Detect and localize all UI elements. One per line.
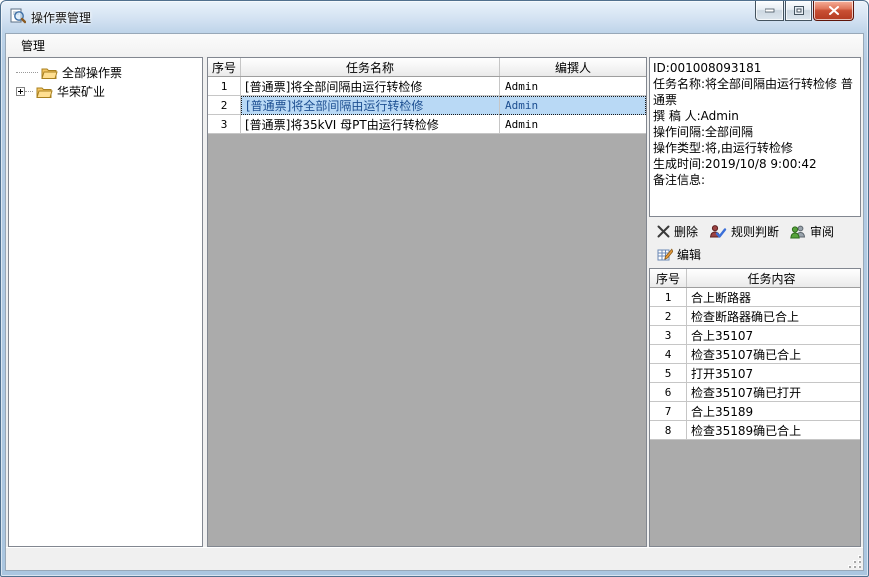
detail-author: 撰 稿 人:Admin	[653, 108, 857, 124]
tree-expand-icon[interactable]	[16, 87, 25, 96]
col-header-no[interactable]: 序号	[208, 58, 241, 76]
review-button[interactable]: 审阅	[787, 222, 837, 241]
delete-button[interactable]: 删除	[654, 222, 701, 241]
col-header-author[interactable]: 编撰人	[500, 58, 646, 76]
detail-id: ID:001008093181	[653, 60, 857, 76]
steps-table: 序号 任务内容 1 合上断路器 2 检查断路器确已合上 3 合上35107 4	[650, 269, 860, 440]
rule-check-button[interactable]: 规则判断	[706, 222, 782, 241]
folder-icon	[41, 66, 58, 80]
detail-interval: 操作间隔:全部间隔	[653, 124, 857, 140]
col-header-content[interactable]: 任务内容	[687, 269, 860, 287]
maximize-button[interactable]	[785, 1, 812, 21]
app-window: 操作票管理 管理 全部操	[0, 0, 869, 577]
task-row[interactable]: 1 [普通票]将全部间隔由运行转检修 Admin	[208, 77, 646, 96]
step-row[interactable]: 7 合上35189	[650, 402, 860, 421]
task-grid-panel: 序号 任务名称 编撰人 1 [普通票]将全部间隔由运行转检修 Admin 2 […	[207, 57, 647, 547]
person-check-icon	[709, 225, 727, 239]
tree-node-huarong[interactable]: 华荣矿业	[9, 83, 202, 100]
detail-created-time: 生成时间:2019/10/8 9:00:42	[653, 156, 857, 172]
step-row[interactable]: 4 检查35107确已合上	[650, 345, 860, 364]
ticket-detail-panel: ID:001008093181 任务名称:将全部间隔由运行转检修 普通票 撰 稿…	[649, 57, 861, 217]
task-table-header: 序号 任务名称 编撰人	[208, 58, 646, 77]
delete-x-icon	[657, 225, 670, 238]
tree-node-all-tickets[interactable]: 全部操作票	[9, 64, 202, 81]
col-header-no[interactable]: 序号	[650, 269, 687, 287]
col-header-task-name[interactable]: 任务名称	[241, 58, 500, 76]
tree-node-label: 全部操作票	[62, 64, 122, 81]
window-title: 操作票管理	[31, 9, 91, 26]
minimize-button[interactable]	[755, 1, 784, 21]
resize-grip-icon[interactable]	[848, 555, 861, 568]
client-area: 管理 全部操作票 华荣矿业	[5, 33, 864, 571]
action-toolbar: 删除 规则判断 审	[649, 220, 861, 267]
menu-bar: 管理	[6, 34, 863, 56]
app-preview-icon	[10, 8, 26, 24]
step-row[interactable]: 3 合上35107	[650, 326, 860, 345]
task-table: 序号 任务名称 编撰人 1 [普通票]将全部间隔由运行转检修 Admin 2 […	[208, 58, 646, 134]
edit-table-icon	[657, 248, 673, 262]
detail-remark: 备注信息:	[653, 172, 857, 188]
step-row[interactable]: 2 检查断路器确已合上	[650, 307, 860, 326]
close-button[interactable]	[813, 1, 854, 21]
status-bar	[6, 547, 863, 570]
titlebar[interactable]: 操作票管理	[1, 1, 868, 33]
menu-item-manage[interactable]: 管理	[12, 34, 54, 56]
step-row[interactable]: 8 检查35189确已合上	[650, 421, 860, 440]
detail-task-name: 任务名称:将全部间隔由运行转检修 普通票	[653, 76, 857, 108]
tree-connector	[25, 91, 33, 92]
step-row[interactable]: 5 打开35107	[650, 364, 860, 383]
detail-op-type: 操作类型:将,由运行转检修	[653, 140, 857, 156]
step-row[interactable]: 6 检查35107确已打开	[650, 383, 860, 402]
tree-node-label: 华荣矿业	[57, 83, 105, 100]
step-row[interactable]: 1 合上断路器	[650, 288, 860, 307]
tree-connector	[16, 72, 38, 73]
edit-button[interactable]: 编辑	[654, 245, 704, 264]
task-row-selected[interactable]: 2 [普通票]将全部间隔由运行转检修 Admin	[208, 96, 646, 115]
people-review-icon	[790, 225, 806, 239]
steps-grid-panel: 序号 任务内容 1 合上断路器 2 检查断路器确已合上 3 合上35107 4	[649, 268, 861, 547]
folder-icon	[36, 85, 53, 99]
ticket-tree-panel: 全部操作票 华荣矿业	[8, 57, 203, 547]
steps-table-header: 序号 任务内容	[650, 269, 860, 288]
task-row[interactable]: 3 [普通票]将35kVⅠ 母PT由运行转检修 Admin	[208, 115, 646, 134]
